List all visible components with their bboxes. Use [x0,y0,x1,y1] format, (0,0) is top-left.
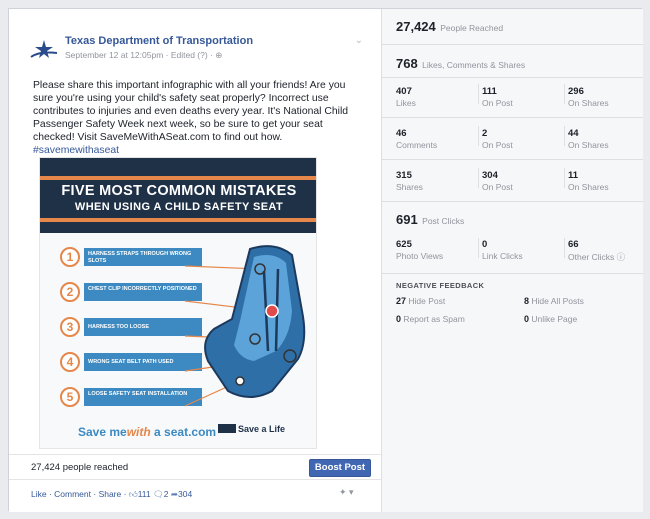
post-insights-panel: 27,424 People Reached 768 Likes, Comment… [382,9,643,512]
mistake-number: 5 [60,387,80,407]
save-a-life-logo-icon [218,424,236,433]
likes-on-shares: 296 [568,86,584,97]
link-clicks-value: 0 [482,239,488,250]
engagement-label: Likes, Comments & Shares [422,60,526,70]
comments-total-label: Comments [396,140,438,150]
likes-row: 407 Likes 111 On Post 296 On Shares [382,77,643,117]
page-name-link[interactable]: Texas Department of Transportation [65,35,253,47]
hide-post-stat: 27 Hide Post [396,296,446,306]
post-clicks-section: 691 Post Clicks 625 Photo Views 0 Link C… [382,201,643,273]
car-seat-illustration [184,245,306,407]
comments-on-post: 2 [482,128,488,139]
hashtag-link[interactable]: #savemewithaseat [33,145,119,156]
reach-summary: 27,424 People Reached [396,18,503,36]
post-clicks-value: 691 [396,212,418,227]
people-reached-text: 27,424 people reached [31,462,129,473]
infographic-footer: Save mewith a seat.com Save a Life [40,421,316,445]
comments-on-post-label: On Post [482,140,513,150]
report-spam-stat: 0 Report as Spam [396,314,465,324]
post-reach-row: 27,424 people reached Boost Post [9,454,381,477]
share-link[interactable]: Share [99,489,122,499]
engagement-summary: 768 Likes, Comments & Shares [382,44,643,77]
shares-count[interactable]: 304 [178,489,192,499]
post-message: Please share this important infographic … [33,79,367,157]
people-reached-label: People Reached [440,23,504,33]
share-arrow-icon: ➦ [170,489,179,499]
infographic-title: FIVE MOST COMMON MISTAKES [61,183,297,199]
comment-bubble-icon: 🗨︎ [153,489,164,499]
post-actions: Like · Comment · Share · 👍︎111 🗨︎2 ➦304 [31,489,193,499]
info-icon[interactable]: ⓘ [617,252,626,262]
infographic-stripe-bottom [40,218,316,222]
comments-count[interactable]: 2 [164,489,169,499]
likes-on-shares-label: On Shares [568,98,609,108]
link-clicks-label: Link Clicks [482,251,523,261]
negative-feedback-title: NEGATIVE FEEDBACK [396,281,485,290]
likes-on-post: 111 [482,86,497,97]
post-message-text: Please share this important infographic … [33,80,349,143]
save-a-life-brand: Save a Life [218,424,285,434]
likes-on-post-label: On Post [482,98,513,108]
shares-on-post-label: On Post [482,182,513,192]
shares-on-shares: 11 [568,170,579,181]
shares-on-post: 304 [482,170,498,181]
comments-on-shares: 44 [568,128,579,139]
infographic-stripe-top [40,176,316,180]
people-reached-value: 27,424 [396,19,436,34]
comments-row: 46 Comments 2 On Post 44 On Shares [382,117,643,159]
post-header: Texas Department of Transportation Septe… [29,35,369,67]
post-insights-frame: Texas Department of Transportation Septe… [8,8,643,512]
audience-selector-icon[interactable]: ✦ ▾ [339,487,354,498]
mistake-number: 4 [60,352,80,372]
hide-all-posts-stat: 8 Hide All Posts [524,296,584,306]
unlike-page-stat: 0 Unlike Page [524,314,578,324]
other-clicks-label: Other Clicks ⓘ [568,252,626,262]
mistake-number: 2 [60,282,80,302]
shares-total: 315 [396,170,412,181]
mistake-number: 1 [60,247,80,267]
thumbs-up-icon: 👍︎ [128,489,138,499]
likes-total: 407 [396,86,412,97]
shares-total-label: Shares [396,182,423,192]
like-link[interactable]: Like [31,489,47,499]
engagement-value: 768 [396,56,418,71]
photo-views-value: 625 [396,239,412,250]
infographic-image[interactable]: FIVE MOST COMMON MISTAKES WHEN USING A C… [39,157,317,449]
likes-total-label: Likes [396,98,416,108]
post-clicks-label: Post Clicks [422,216,465,226]
infographic-header: FIVE MOST COMMON MISTAKES WHEN USING A C… [40,158,316,233]
other-clicks-value: 66 [568,239,579,250]
photo-views-label: Photo Views [396,251,444,261]
post-actions-row: Like · Comment · Share · 👍︎111 🗨︎2 ➦304 … [9,479,381,505]
post-card: Texas Department of Transportation Septe… [9,9,382,512]
shares-row: 315 Shares 304 On Post 11 On Shares [382,159,643,201]
likes-count[interactable]: 111 [138,489,151,499]
infographic-body: 1 HARNESS STRAPS THROUGH WRONG SLOTS 2 C… [40,233,316,448]
savemewithaseat-brand: Save mewith a seat.com [78,425,217,439]
shares-on-shares-label: On Shares [568,182,609,192]
infographic-subtitle: WHEN USING A CHILD SAFETY SEAT [74,201,284,213]
comments-total: 46 [396,128,407,139]
post-timestamp[interactable]: September 12 at 12:05pm · Edited (?) · ⊕ [65,50,222,61]
comment-link[interactable]: Comment [54,489,91,499]
txdot-logo-icon[interactable] [29,37,59,63]
boost-post-button[interactable]: Boost Post [309,459,371,477]
comments-on-shares-label: On Shares [568,140,609,150]
negative-feedback-section: NEGATIVE FEEDBACK 27 Hide Post 8 Hide Al… [382,273,643,512]
mistake-number: 3 [60,317,80,337]
post-options-chevron-icon[interactable]: ⌄ [355,35,363,46]
